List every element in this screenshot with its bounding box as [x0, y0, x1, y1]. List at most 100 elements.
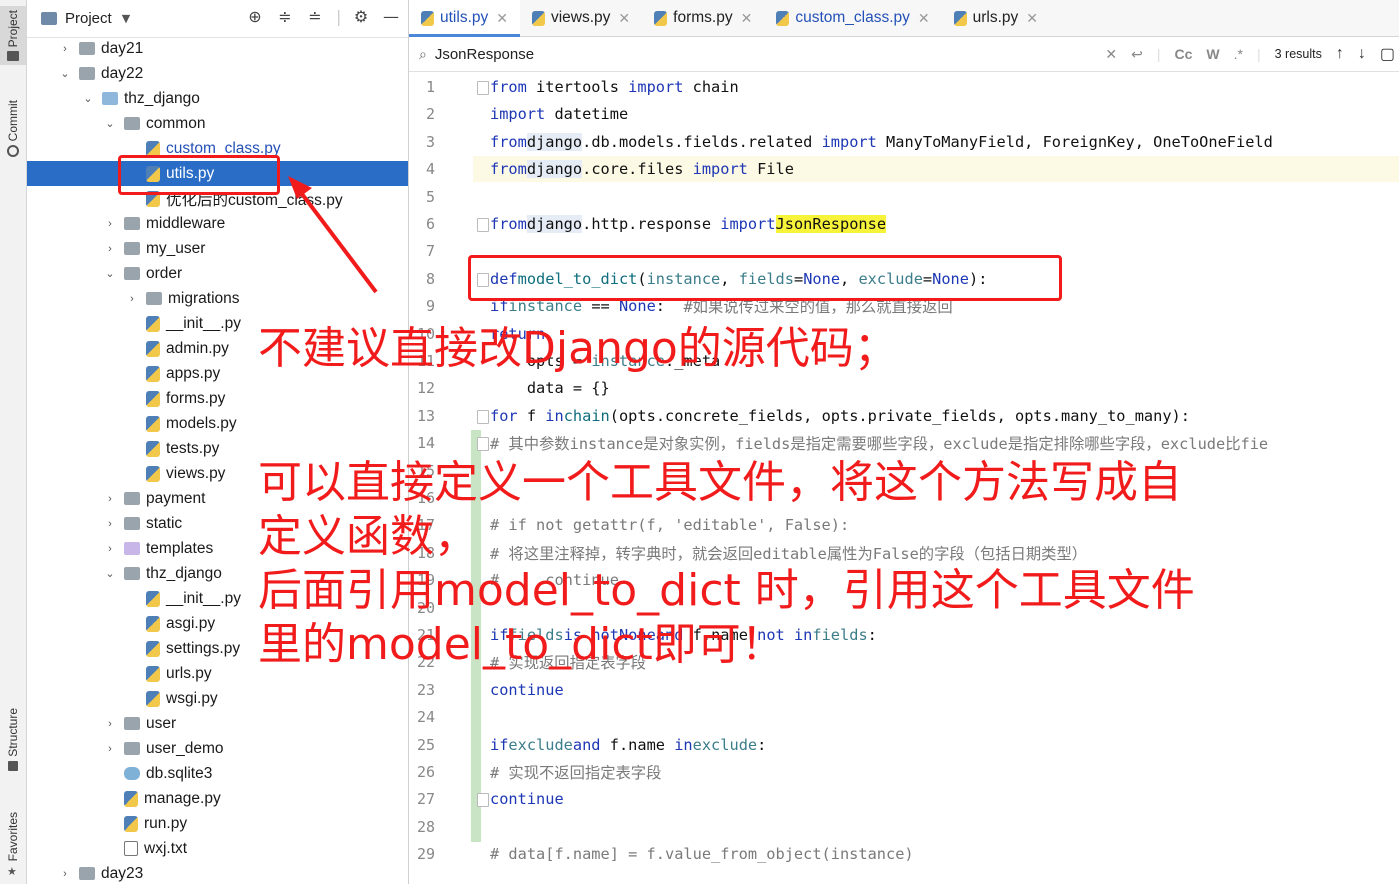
python-file-icon — [146, 640, 160, 657]
code-line: # 实现不返回指定表字段 — [490, 764, 662, 782]
find-bar: ⌕ JsonResponse ✕ ↩ | Cc W .* | 3 results… — [409, 37, 1399, 72]
chevron-right-icon[interactable]: › — [104, 243, 116, 255]
tree-item[interactable]: › day21 — [27, 36, 408, 61]
chevron-down-icon[interactable]: ⌄ — [82, 92, 94, 105]
tree-item[interactable]: wxj.txt — [27, 836, 408, 861]
chevron-right-icon[interactable]: › — [126, 293, 138, 305]
chevron-right-icon[interactable]: › — [104, 493, 116, 505]
line-number: 1 — [425, 78, 435, 96]
whole-words-toggle[interactable]: W — [1206, 46, 1219, 62]
model-to-dict-highlight-box — [468, 255, 1062, 301]
vcs-change-marker[interactable] — [471, 759, 481, 788]
chevron-right-icon[interactable]: › — [104, 518, 116, 530]
chevron-right-icon[interactable]: › — [104, 218, 116, 230]
editor-tab[interactable]: urls.py ✕ — [942, 0, 1050, 36]
chevron-down-icon[interactable]: ▼ — [122, 12, 130, 25]
vcs-change-marker[interactable] — [471, 704, 481, 733]
vcs-change-marker[interactable] — [471, 813, 481, 843]
folder-icon — [79, 867, 95, 880]
editor-tabs: utils.py ✕ views.py ✕ forms.py ✕ custom_class.… — [409, 0, 1399, 37]
vcs-change-marker[interactable] — [471, 676, 481, 706]
tree-item[interactable]: › user — [27, 711, 408, 736]
project-tool-tab[interactable]: Project — [0, 6, 26, 66]
regex-toggle[interactable]: .* — [1234, 46, 1243, 62]
tree-item[interactable]: forms.py — [27, 386, 408, 411]
crosshair-icon[interactable]: ⊕ — [246, 7, 264, 26]
tree-item-label: middleware — [146, 214, 226, 232]
tree-item[interactable]: › my_user — [27, 236, 408, 261]
editor-tab[interactable]: views.py ✕ — [520, 0, 642, 36]
code-line: continue — [490, 680, 564, 699]
editor-tab[interactable]: utils.py ✕ — [409, 0, 520, 37]
divider: | — [1156, 46, 1161, 62]
tree-item[interactable]: db.sqlite3 — [27, 761, 408, 786]
select-all-occurrences-icon[interactable]: ▢ — [1380, 44, 1395, 64]
chevron-down-icon[interactable]: ⌄ — [104, 267, 116, 280]
tree-item[interactable]: ⌄ order — [27, 261, 408, 286]
code-line: from django .http.response import JsonRes… — [490, 215, 887, 233]
close-icon[interactable]: ✕ — [1026, 10, 1038, 27]
tree-item[interactable]: manage.py — [27, 786, 408, 811]
line-number: 25 — [416, 735, 435, 754]
python-file-icon — [146, 340, 160, 357]
folder-icon — [124, 567, 140, 580]
tree-item[interactable]: wsgi.py — [27, 686, 408, 711]
chevron-down-icon[interactable]: ⌄ — [104, 117, 116, 130]
gear-icon[interactable]: ⚙ — [352, 7, 370, 26]
tree-item[interactable]: ⌄ thz_django — [27, 86, 408, 111]
close-icon[interactable]: ✕ — [741, 10, 753, 27]
close-icon[interactable]: ✕ — [618, 10, 630, 27]
fold-marker-icon[interactable] — [477, 793, 489, 808]
close-icon[interactable]: ✕ — [496, 10, 508, 27]
vcs-change-marker[interactable] — [471, 731, 481, 760]
chevron-down-icon[interactable]: ⌄ — [59, 67, 71, 80]
chevron-right-icon[interactable]: › — [104, 743, 116, 755]
favorites-tool-tab[interactable]: Favorites ★ — [0, 812, 26, 878]
tree-item[interactable]: › middleware — [27, 211, 408, 236]
fold-marker-icon[interactable] — [477, 218, 489, 232]
search-icon[interactable]: ⌕ — [419, 46, 427, 63]
chevron-down-icon[interactable]: ⌄ — [104, 567, 116, 580]
project-tool-label: Project — [6, 10, 20, 48]
tree-item[interactable]: run.py — [27, 811, 408, 836]
arrow-down-icon[interactable]: ↓ — [1358, 45, 1366, 63]
structure-tool-label: Structure — [6, 708, 20, 757]
commit-tool-tab[interactable]: Commit — [0, 100, 26, 158]
structure-tool-tab[interactable]: Structure — [0, 708, 26, 771]
tree-item-label: run.py — [144, 814, 188, 832]
fold-marker-icon[interactable] — [477, 81, 489, 95]
tree-item[interactable]: › day23 — [27, 861, 408, 886]
tree-item-label: static — [146, 514, 183, 532]
folder-icon — [124, 217, 140, 230]
chevron-right-icon[interactable]: › — [104, 543, 116, 555]
tree-item[interactable]: › migrations — [27, 286, 408, 311]
divider: | — [1256, 46, 1261, 62]
new-line-icon[interactable]: ↩ — [1131, 46, 1143, 63]
tree-item[interactable]: ⌄ day22 — [27, 61, 408, 86]
tree-item[interactable]: › user_demo — [27, 736, 408, 761]
expand-icon[interactable]: ≑ — [276, 7, 294, 26]
tree-item[interactable]: models.py — [27, 411, 408, 436]
minimize-icon[interactable]: — — [382, 7, 400, 26]
chevron-right-icon[interactable]: › — [59, 868, 71, 880]
match-case-toggle[interactable]: Cc — [1175, 46, 1193, 62]
search-input[interactable]: JsonResponse — [435, 46, 534, 63]
tree-item[interactable]: ⌄ common — [27, 111, 408, 136]
clear-search-icon[interactable]: ✕ — [1105, 46, 1117, 63]
tree-item-label: admin.py — [166, 339, 229, 357]
fold-marker-icon[interactable] — [477, 409, 489, 424]
arrow-up-icon[interactable]: ↑ — [1336, 45, 1344, 63]
folder-icon — [124, 517, 140, 530]
editor-tab[interactable]: custom_class.py ✕ — [764, 0, 941, 36]
editor-tab[interactable]: forms.py ✕ — [642, 0, 764, 36]
python-file-icon — [146, 440, 160, 457]
project-toolbar: ⊕ ≑ ≐ | ⚙ — — [246, 7, 400, 26]
chevron-right-icon[interactable]: › — [104, 718, 116, 730]
tree-item-label: wsgi.py — [166, 689, 218, 707]
fold-marker-icon[interactable] — [477, 437, 489, 452]
collapse-icon[interactable]: ≐ — [306, 7, 324, 26]
project-panel-title[interactable]: Project — [65, 10, 112, 27]
chevron-right-icon[interactable]: › — [59, 43, 71, 55]
close-icon[interactable]: ✕ — [918, 10, 930, 27]
